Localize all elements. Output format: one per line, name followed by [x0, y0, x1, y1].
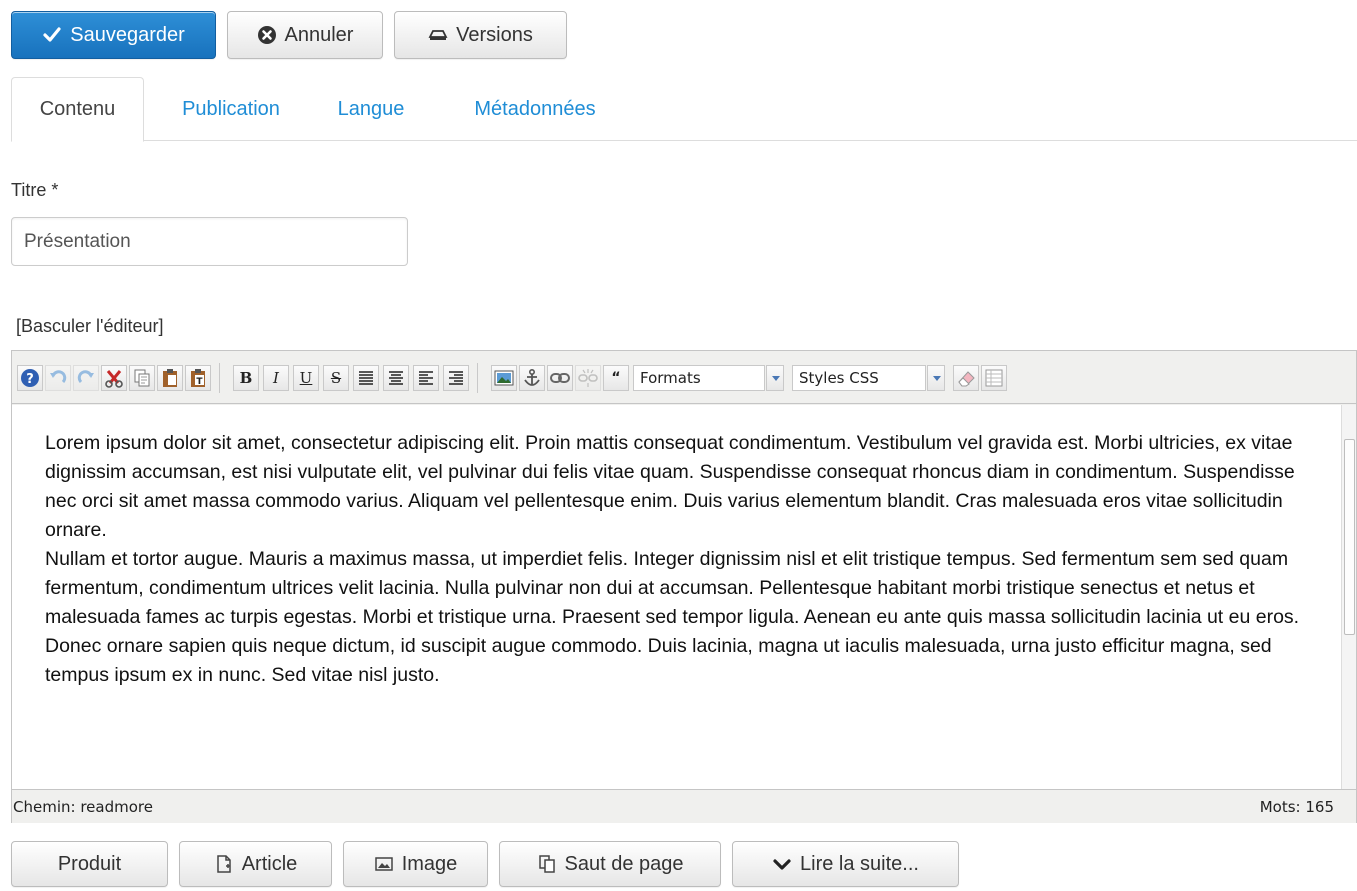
- svg-text:?: ?: [26, 372, 34, 387]
- align-justify-icon: [359, 371, 373, 385]
- justify-button[interactable]: [353, 365, 379, 391]
- paste-text-icon: T: [191, 369, 205, 387]
- align-center-button[interactable]: [383, 365, 409, 391]
- insert-image-label: Image: [401, 852, 458, 875]
- versions-button-label: Versions: [456, 23, 533, 46]
- css-styles-select[interactable]: Styles CSS: [792, 365, 945, 391]
- bold-button[interactable]: B: [233, 365, 259, 391]
- quote-icon: “: [611, 370, 621, 386]
- editor-paragraph: Lorem ipsum dolor sit amet, consectetur …: [45, 432, 1295, 541]
- unlink-button[interactable]: [575, 365, 601, 391]
- insert-article-label: Article: [241, 852, 298, 875]
- insert-readmore-label: Lire la suite...: [800, 852, 919, 875]
- tab-language[interactable]: Langue: [321, 77, 421, 141]
- cancel-button-label: Annuler: [284, 23, 354, 46]
- tab-metadata[interactable]: Métadonnées: [455, 77, 615, 141]
- help-button[interactable]: ?: [17, 365, 43, 391]
- eraser-icon: [958, 371, 975, 387]
- save-button[interactable]: Sauvegarder: [11, 11, 216, 59]
- undo-icon: [50, 370, 67, 384]
- cut-button[interactable]: [101, 365, 127, 391]
- save-button-label: Sauvegarder: [70, 23, 185, 46]
- picture-icon: [374, 857, 393, 871]
- title-label: Titre *: [11, 180, 59, 200]
- insert-pagebreak-button[interactable]: Saut de page: [499, 841, 721, 887]
- align-left-icon: [419, 371, 433, 385]
- underline-button[interactable]: U: [293, 365, 319, 391]
- toolbar-separator: [477, 363, 478, 393]
- copy-icon: [134, 369, 150, 387]
- tab-bar: Contenu Publication Langue Métadonnées: [11, 77, 1357, 142]
- insert-pagebreak-label: Saut de page: [564, 852, 684, 875]
- editor-paragraph: Nullam et tortor augue. Mauris a maximus…: [45, 548, 1300, 686]
- align-center-icon: [389, 371, 403, 385]
- versions-button[interactable]: Versions: [394, 11, 567, 59]
- element-path: Chemin: readmore: [13, 798, 153, 816]
- toggle-editor-link[interactable]: [Basculer l'éditeur]: [16, 316, 164, 337]
- align-right-button[interactable]: [443, 365, 469, 391]
- anchor-icon: [524, 368, 540, 386]
- italic-button[interactable]: I: [263, 365, 289, 391]
- rich-text-editor: ? T B I U S “ Formats Styles CSS Lorem i…: [11, 350, 1357, 823]
- redo-button[interactable]: [73, 365, 99, 391]
- copy-pages-icon: [538, 855, 555, 873]
- editor-status-bar: Chemin: readmore Mots: 165: [12, 789, 1356, 823]
- help-icon: ?: [21, 369, 39, 387]
- formats-select-value: Formats: [640, 369, 701, 387]
- align-left-button[interactable]: [413, 365, 439, 391]
- editor-scrollbar[interactable]: [1341, 405, 1356, 789]
- strikethrough-button[interactable]: S: [323, 365, 349, 391]
- link-icon: [550, 373, 570, 383]
- scissors-icon: [105, 370, 123, 388]
- insert-product-button[interactable]: Produit: [11, 841, 168, 887]
- table-button[interactable]: [981, 365, 1007, 391]
- tab-metadata-label: Métadonnées: [474, 97, 596, 120]
- tab-publication[interactable]: Publication: [161, 77, 301, 141]
- tab-publication-label: Publication: [182, 97, 280, 120]
- clear-formatting-button[interactable]: [953, 365, 979, 391]
- tab-content-label: Contenu: [39, 98, 116, 120]
- tab-content[interactable]: Contenu: [11, 77, 144, 142]
- scrollbar-thumb[interactable]: [1344, 439, 1355, 635]
- link-button[interactable]: [547, 365, 573, 391]
- toolbar-separator: [219, 363, 220, 393]
- align-right-icon: [449, 371, 463, 385]
- clipboard-icon: [163, 369, 177, 387]
- redo-icon: [77, 370, 94, 384]
- paste-text-button[interactable]: T: [185, 365, 211, 391]
- close-circle-icon: [257, 26, 276, 44]
- table-icon: [985, 369, 1003, 387]
- editor-extra-buttons: Produit Article Image Saut de page Lire …: [11, 841, 959, 889]
- image-icon: [494, 370, 514, 386]
- insert-article-button[interactable]: Article: [179, 841, 332, 887]
- blockquote-button[interactable]: “: [603, 365, 629, 391]
- file-add-icon: [216, 855, 231, 873]
- insert-image-bottom-button[interactable]: Image: [343, 841, 488, 887]
- cancel-button[interactable]: Annuler: [227, 11, 383, 59]
- formats-select[interactable]: Formats: [633, 365, 784, 391]
- checkmark-icon: [43, 27, 61, 42]
- archive-icon: [428, 30, 448, 40]
- word-count: Mots: 165: [1259, 798, 1334, 816]
- svg-text:T: T: [196, 377, 203, 387]
- unlink-icon: [578, 369, 598, 387]
- anchor-button[interactable]: [519, 365, 545, 391]
- tab-language-label: Langue: [337, 97, 405, 120]
- chevron-down-icon: [773, 859, 791, 870]
- undo-button[interactable]: [45, 365, 71, 391]
- editor-content-area[interactable]: Lorem ipsum dolor sit amet, consectetur …: [12, 405, 1343, 789]
- insert-product-label: Produit: [57, 852, 122, 875]
- paste-button[interactable]: [157, 365, 183, 391]
- copy-button[interactable]: [129, 365, 155, 391]
- css-styles-select-value: Styles CSS: [799, 369, 879, 387]
- insert-readmore-button[interactable]: Lire la suite...: [732, 841, 959, 887]
- action-toolbar: Sauvegarder Annuler Versions: [11, 11, 567, 59]
- insert-image-button[interactable]: [491, 365, 517, 391]
- title-input[interactable]: [11, 217, 408, 266]
- chevron-down-icon[interactable]: [766, 365, 784, 391]
- editor-toolbar: ? T B I U S “ Formats Styles CSS: [12, 351, 1356, 404]
- chevron-down-icon[interactable]: [927, 365, 945, 391]
